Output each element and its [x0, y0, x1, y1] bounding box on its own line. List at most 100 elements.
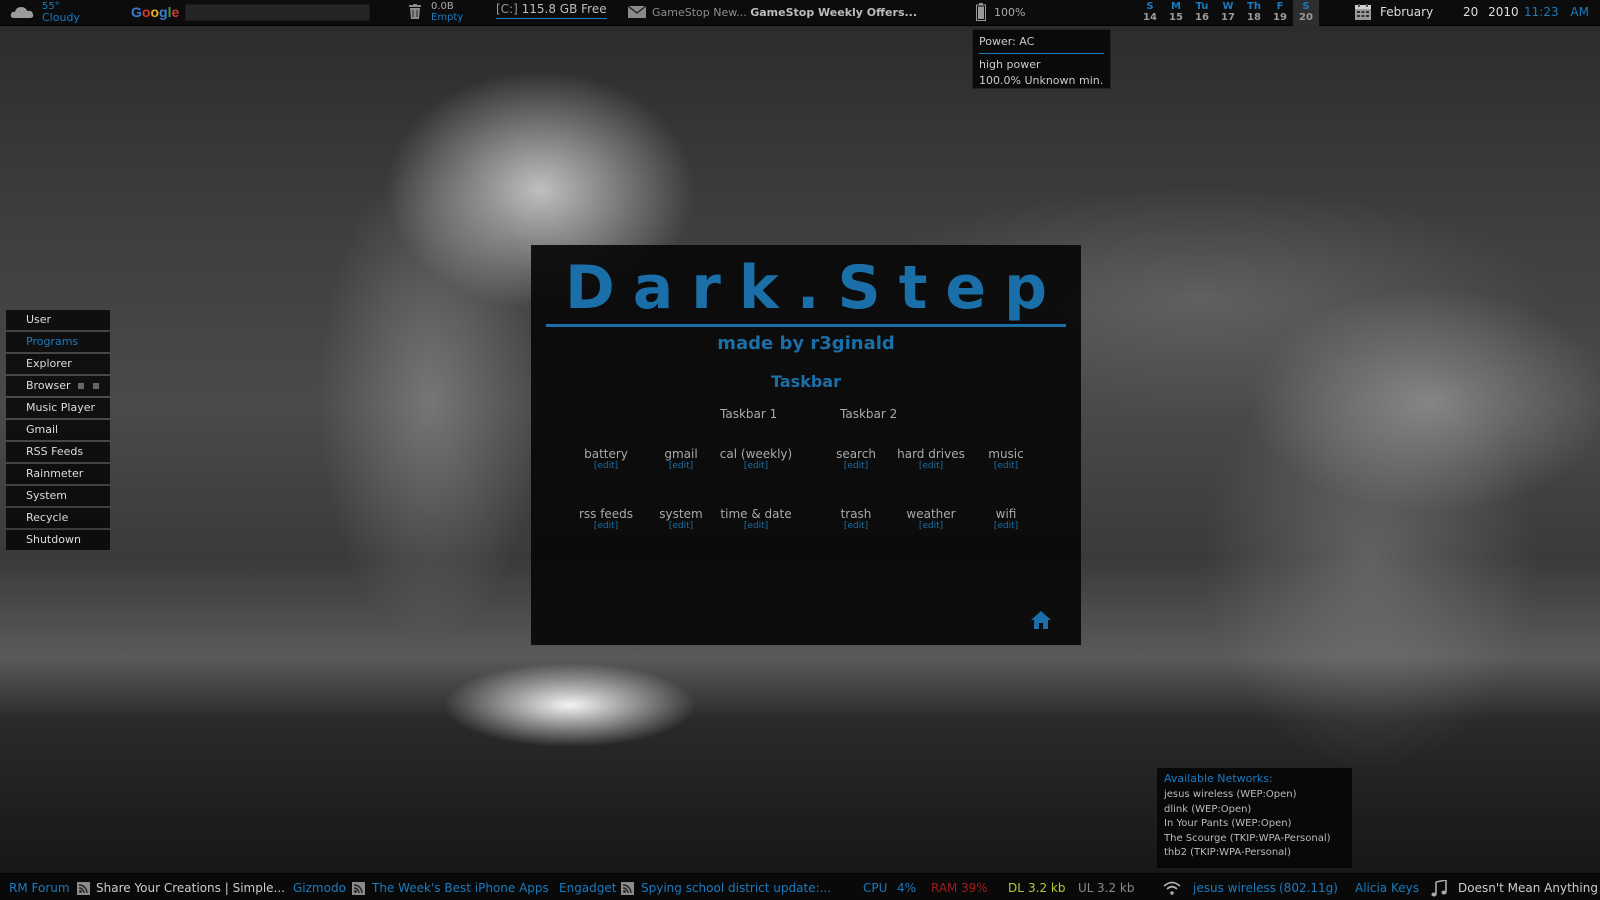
menu-item-rainmeter[interactable]: Rainmeter: [6, 464, 110, 484]
networks-header: Available Networks:: [1164, 772, 1273, 785]
calendar-weekday: S: [1302, 1, 1310, 12]
calendar-date: 19: [1273, 12, 1287, 23]
power-tooltip-title: Power: AC: [979, 34, 1104, 54]
calendar-day[interactable]: Tu 16: [1189, 0, 1215, 26]
download-value: 3.2 kb: [1028, 881, 1066, 895]
calendar-day[interactable]: Th 18: [1241, 0, 1267, 26]
config-item-label: cal (weekly): [719, 447, 793, 461]
wifi-speed: (802.11g): [1279, 881, 1338, 895]
download-label: DL: [1008, 881, 1024, 895]
title-divider: [546, 324, 1066, 327]
mail-icon[interactable]: [628, 6, 646, 18]
home-icon[interactable]: [1031, 611, 1051, 629]
network-item[interactable]: thb2 (TKIP:WPA-Personal): [1164, 846, 1345, 861]
darkstep-config-panel: Dark.Step made by r3ginald Taskbar Taskb…: [531, 245, 1081, 645]
clock: 11:23 AM: [1524, 5, 1589, 19]
calendar-date: 15: [1169, 12, 1183, 23]
google-letter: e: [171, 4, 180, 20]
calendar-weekday: F: [1276, 1, 1284, 12]
config-item-wifi: wifi [edit]: [961, 507, 1051, 532]
rss-source-engadget[interactable]: Engadget: [559, 881, 616, 895]
menu-item-shutdown[interactable]: Shutdown: [6, 530, 110, 550]
calendar-date: 14: [1143, 12, 1157, 23]
calendar-day[interactable]: M 15: [1163, 0, 1189, 26]
calendar-date: 18: [1247, 12, 1261, 23]
trash-size: 0.0B: [431, 1, 454, 12]
network-item[interactable]: The Scourge (TKIP:WPA-Personal): [1164, 832, 1345, 847]
menu-item-explorer[interactable]: Explorer: [6, 354, 110, 374]
music-note-icon[interactable]: [1431, 880, 1447, 897]
drive-label: [C:]: [496, 2, 518, 16]
rss-icon: [77, 882, 90, 895]
taskbar-2-label: Taskbar 2: [840, 407, 898, 421]
trash-widget[interactable]: 0.0B Empty: [431, 1, 463, 23]
rss-source-gizmodo[interactable]: Gizmodo: [293, 881, 346, 895]
launcher-menu: User Programs Explorer Browser Music Pla…: [6, 310, 110, 552]
menu-item-gmail[interactable]: Gmail: [6, 420, 110, 440]
battery-icon[interactable]: [976, 3, 986, 21]
rss-headline[interactable]: The Week's Best iPhone Apps: [372, 881, 549, 895]
menu-item-programs[interactable]: Programs: [6, 332, 110, 352]
section-heading: Taskbar: [771, 372, 841, 391]
calendar-weekday: W: [1222, 1, 1234, 12]
menu-item-system[interactable]: System: [6, 486, 110, 506]
music-artist[interactable]: Alicia Keys: [1355, 881, 1419, 895]
hard-drive-widget[interactable]: [C:] 115.8 GB Free: [496, 2, 607, 19]
date-display: February 20 2010: [1380, 5, 1519, 19]
drive-free: 115.8 GB Free: [521, 2, 607, 16]
menu-item-user[interactable]: User: [6, 310, 110, 330]
music-track[interactable]: Doesn't Mean Anything: [1458, 881, 1598, 895]
network-item[interactable]: dlink (WEP:Open): [1164, 803, 1345, 818]
google-letter: g: [159, 4, 168, 20]
taskbar-1-label: Taskbar 1: [720, 407, 778, 421]
google-letter: G: [131, 4, 142, 20]
date-month: February: [1380, 5, 1434, 19]
network-item[interactable]: In Your Pants (WEP:Open): [1164, 817, 1345, 832]
calendar-day-today[interactable]: S 20: [1293, 0, 1319, 26]
config-item-time-date: time & date [edit]: [711, 507, 801, 532]
google-logo: Google: [131, 4, 179, 20]
browser-option-square[interactable]: [78, 383, 84, 389]
rss-icon: [621, 882, 634, 895]
calendar-icon[interactable]: [1355, 4, 1371, 20]
calendar-date: 16: [1195, 12, 1209, 23]
menu-item-music-player[interactable]: Music Player: [6, 398, 110, 418]
config-item-cal-weekly: cal (weekly) [edit]: [711, 447, 801, 472]
wifi-icon[interactable]: [1163, 881, 1181, 895]
menu-item-browser[interactable]: Browser: [6, 376, 110, 396]
rss-headline[interactable]: Spying school district update:...: [641, 881, 831, 895]
menu-item-recycle[interactable]: Recycle: [6, 508, 110, 528]
calendar-day[interactable]: F 19: [1267, 0, 1293, 26]
upload-label: UL: [1078, 881, 1094, 895]
calendar-date: 20: [1299, 12, 1313, 23]
rss-source-rm-forum[interactable]: RM Forum: [9, 881, 70, 895]
bottom-taskbar: RM Forum Share Your Creations | Simple..…: [0, 873, 1600, 900]
edit-link[interactable]: [edit]: [711, 521, 801, 532]
calendar-day[interactable]: W 17: [1215, 0, 1241, 26]
upload-value: 3.2 kb: [1097, 881, 1135, 895]
menu-item-rss-feeds[interactable]: RSS Feeds: [6, 442, 110, 462]
calendar-weekday: Tu: [1195, 1, 1209, 12]
config-item-music: music [edit]: [961, 447, 1051, 472]
wifi-network-name[interactable]: jesus wireless: [1193, 881, 1276, 895]
trash-icon[interactable]: [409, 4, 421, 19]
edit-link[interactable]: [edit]: [961, 461, 1051, 472]
browser-option-square[interactable]: [93, 383, 99, 389]
battery-percent: 100%: [994, 6, 1026, 19]
config-item-label: time & date: [720, 507, 792, 521]
google-search-input[interactable]: [185, 4, 370, 21]
config-item-label: music: [988, 447, 1024, 461]
edit-link[interactable]: [edit]: [711, 461, 801, 472]
ram-value: 39%: [961, 881, 988, 895]
mail-sender: GameStop New...: [652, 6, 747, 19]
weather-widget[interactable]: 55° Cloudy: [42, 1, 80, 23]
network-item[interactable]: jesus wireless (WEP:Open): [1164, 788, 1345, 803]
rss-headline[interactable]: Share Your Creations | Simple...: [96, 881, 285, 895]
panel-title: Dark.Step: [564, 253, 1066, 323]
edit-link[interactable]: [edit]: [961, 521, 1051, 532]
calendar-day[interactable]: S 14: [1137, 0, 1163, 26]
cloud-icon: [10, 7, 34, 18]
date-day: 20: [1463, 5, 1479, 19]
power-tooltip-status: 100.0% Unknown min.: [979, 74, 1104, 87]
gmail-widget[interactable]: GameStop New... GameStop Weekly Offers..…: [652, 6, 917, 19]
